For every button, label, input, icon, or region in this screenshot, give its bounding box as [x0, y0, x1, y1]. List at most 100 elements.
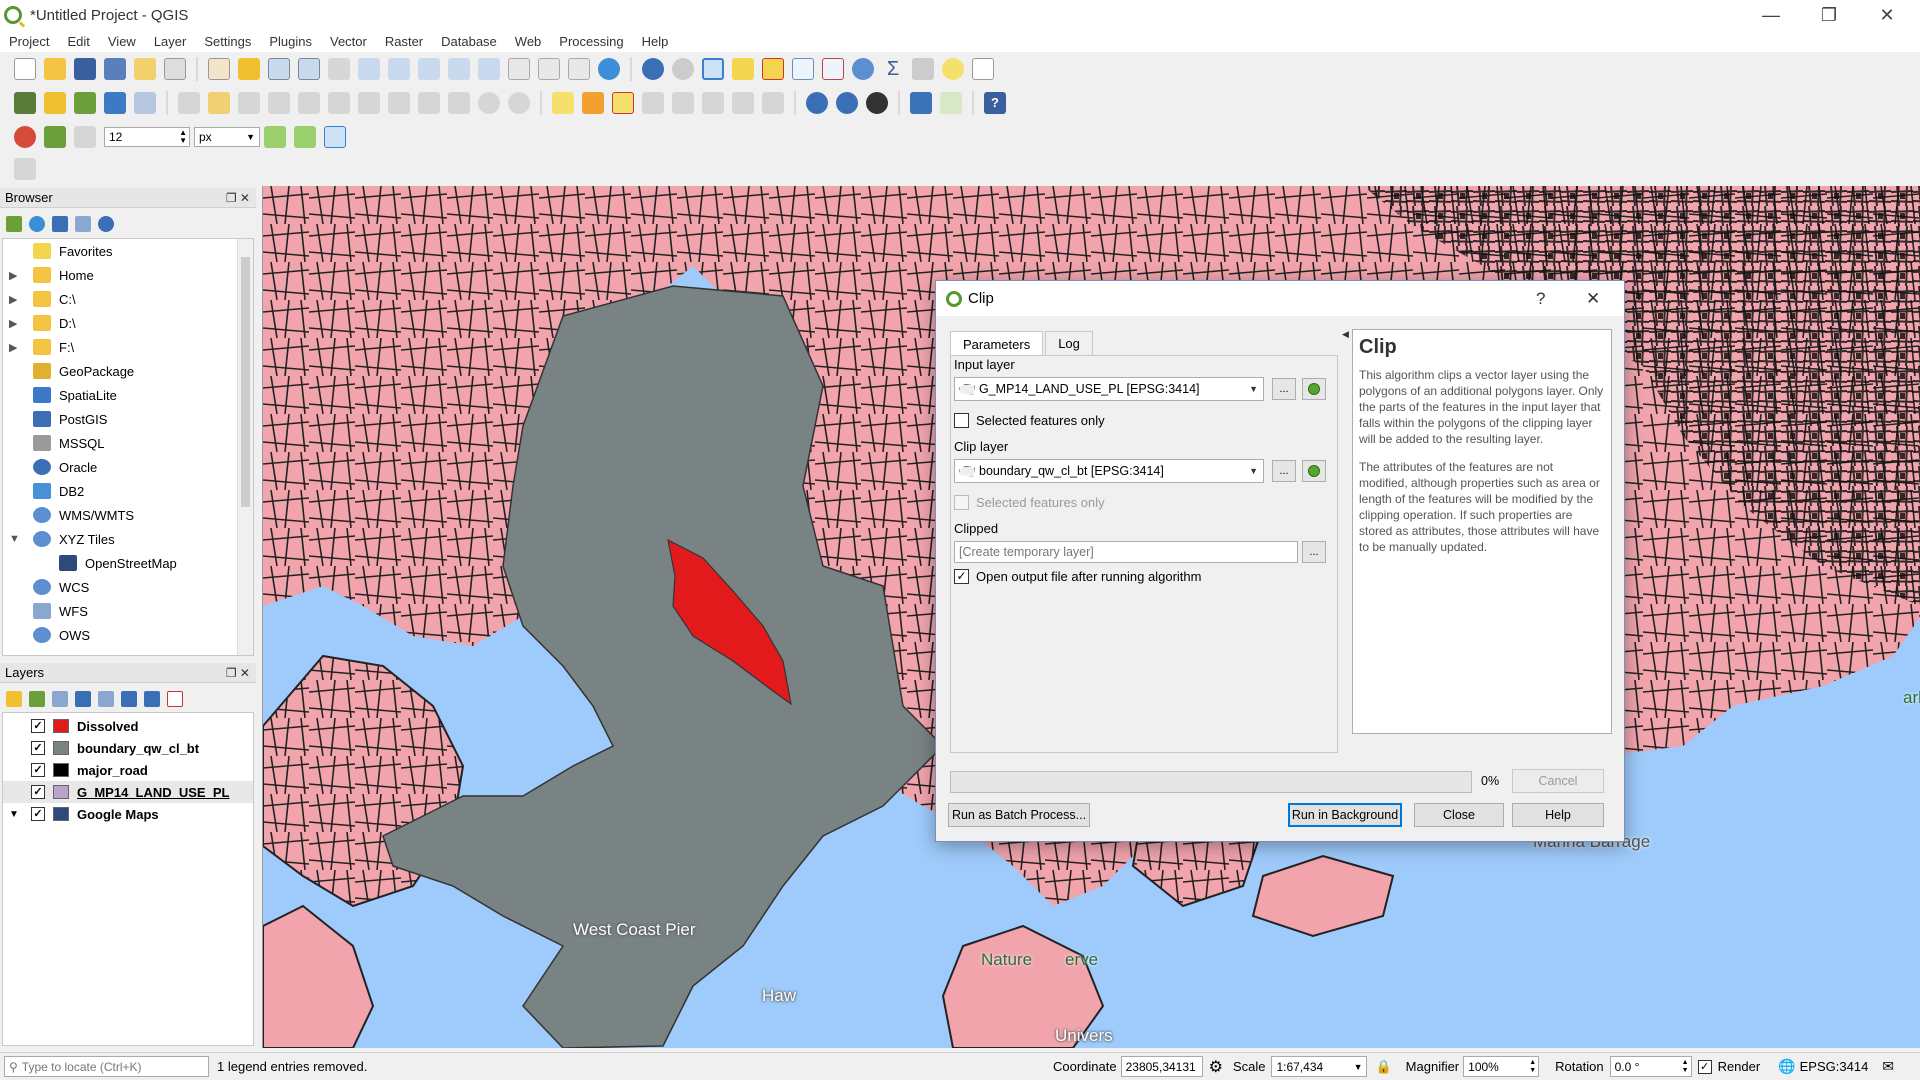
identify-icon[interactable]	[642, 58, 664, 80]
cut-features-icon[interactable]	[388, 92, 410, 114]
menu-raster[interactable]: Raster	[376, 34, 432, 49]
open-styling-icon[interactable]	[6, 691, 22, 707]
layer-visibility-checkbox[interactable]: ✓	[31, 807, 45, 821]
panel-float-close-icon[interactable]: ❐ ✕	[226, 666, 250, 680]
rotate-label-icon[interactable]	[732, 92, 754, 114]
scale-select[interactable]: 1:67,434 ▼	[1271, 1056, 1368, 1077]
pin-labels-icon[interactable]	[642, 92, 664, 114]
collapse-all-icon[interactable]	[75, 216, 91, 232]
snapping-layers-icon[interactable]	[44, 126, 66, 148]
snapping-magnet-icon[interactable]	[14, 126, 36, 148]
checkbox-box[interactable]	[954, 413, 969, 428]
measure-icon[interactable]	[912, 58, 934, 80]
select-by-value-icon[interactable]	[732, 58, 754, 80]
menu-edit[interactable]: Edit	[58, 34, 98, 49]
filter-expression-icon[interactable]	[98, 691, 114, 707]
minimize-button[interactable]: —	[1748, 0, 1794, 30]
zoom-in-icon[interactable]	[268, 58, 290, 80]
layout-manager-icon[interactable]	[164, 58, 186, 80]
browser-item[interactable]: PostGIS	[3, 407, 253, 431]
collapse-all-icon[interactable]	[144, 691, 160, 707]
copy-features-icon[interactable]	[418, 92, 440, 114]
chevron-right-icon[interactable]: ▶	[9, 269, 23, 282]
open-output-checkbox[interactable]: ✓ Open output file after running algorit…	[954, 569, 1201, 584]
input-layer-iterate-button[interactable]	[1302, 378, 1326, 400]
menu-vector[interactable]: Vector	[321, 34, 376, 49]
new-temporary-layer-icon[interactable]	[134, 92, 156, 114]
help-button[interactable]: Help	[1512, 803, 1604, 827]
run-batch-button[interactable]: Run as Batch Process...	[948, 803, 1090, 827]
locator-search-input[interactable]: ⚲ Type to locate (Ctrl+K)	[4, 1056, 209, 1077]
python-console-icon[interactable]	[910, 92, 932, 114]
zoom-next-icon[interactable]	[478, 58, 500, 80]
current-edits-icon[interactable]	[178, 92, 200, 114]
crs-globe-icon[interactable]: 🌐	[1778, 1058, 1795, 1075]
new-spatialite-icon[interactable]	[104, 92, 126, 114]
panel-float-close-icon[interactable]: ❐ ✕	[226, 191, 250, 205]
browser-item[interactable]: Favorites	[3, 239, 253, 263]
open-project-icon[interactable]	[44, 58, 66, 80]
info-icon[interactable]	[98, 216, 114, 232]
menu-processing[interactable]: Processing	[550, 34, 632, 49]
digitize-tool-icon[interactable]	[14, 158, 36, 180]
browser-item[interactable]: ▼ XYZ Tiles	[3, 527, 253, 551]
add-layer-icon[interactable]	[6, 216, 22, 232]
tab-parameters[interactable]: Parameters	[950, 331, 1044, 356]
coordinate-field[interactable]: 23805,34131	[1120, 1056, 1203, 1077]
crs-label[interactable]: EPSG:3414	[1800, 1059, 1869, 1074]
input-layer-browse-button[interactable]: ...	[1272, 378, 1296, 400]
zoom-native-icon[interactable]	[328, 58, 350, 80]
show-hide-labels-icon[interactable]	[672, 92, 694, 114]
snapping-tolerance-spinbox[interactable]: 12 ▲ ▼	[104, 127, 190, 147]
clipped-browse-button[interactable]: ...	[1302, 541, 1326, 563]
layer-visibility-checkbox[interactable]: ✓	[31, 785, 45, 799]
new-geopackage-icon[interactable]	[44, 92, 66, 114]
toggle-editing-icon[interactable]	[208, 92, 230, 114]
map-tips-icon[interactable]	[942, 58, 964, 80]
tab-log[interactable]: Log	[1045, 331, 1093, 355]
browser-item[interactable]: ▶ F:\	[3, 335, 253, 359]
cancel-button[interactable]: Cancel	[1512, 769, 1604, 793]
pan-to-selection-icon[interactable]	[238, 58, 260, 80]
browser-item[interactable]: OpenStreetMap	[3, 551, 253, 575]
close-button[interactable]: Close	[1414, 803, 1504, 827]
undo-icon[interactable]	[478, 92, 500, 114]
remove-layer-icon[interactable]	[167, 691, 183, 707]
browser-item[interactable]: DB2	[3, 479, 253, 503]
menu-database[interactable]: Database	[432, 34, 506, 49]
zoom-full-icon[interactable]	[358, 58, 380, 80]
layer-visibility-checkbox[interactable]: ✓	[31, 719, 45, 733]
text-annotation-icon[interactable]	[972, 58, 994, 80]
pan-hand-icon[interactable]	[208, 58, 230, 80]
menu-view[interactable]: View	[99, 34, 145, 49]
clip-layer-browse-button[interactable]: ...	[1272, 460, 1296, 482]
redo-icon[interactable]	[508, 92, 530, 114]
help-question-icon[interactable]: ?	[1536, 281, 1545, 316]
browser-item[interactable]: ▶ D:\	[3, 311, 253, 335]
browser-item[interactable]: WFS	[3, 599, 253, 623]
add-group-icon[interactable]	[29, 691, 45, 707]
snapping-type-icon[interactable]	[74, 126, 96, 148]
field-calculator-icon[interactable]	[822, 58, 844, 80]
manage-themes-icon[interactable]	[52, 691, 68, 707]
select-features-icon[interactable]	[702, 58, 724, 80]
save-as-icon[interactable]	[104, 58, 126, 80]
refresh-icon[interactable]	[598, 58, 620, 80]
geocoder-icon[interactable]	[866, 92, 888, 114]
coordinate-toggle-icon[interactable]: ⚙	[1209, 1057, 1223, 1077]
input-layer-select[interactable]: G_MP14_LAND_USE_PL [EPSG:3414] ▼	[954, 377, 1264, 401]
menu-web[interactable]: Web	[506, 34, 551, 49]
change-label-icon[interactable]	[762, 92, 784, 114]
browser-item[interactable]: ▶ C:\	[3, 287, 253, 311]
clip-layer-iterate-button[interactable]	[1302, 460, 1326, 482]
layer-item[interactable]: ✓ Dissolved	[3, 715, 253, 737]
lock-scale-icon[interactable]: 🔒	[1375, 1059, 1391, 1075]
close-window-button[interactable]: ✕	[1864, 0, 1910, 30]
metasearch-icon[interactable]	[806, 92, 828, 114]
diagram-icon[interactable]	[582, 92, 604, 114]
maximize-button[interactable]: ❐	[1806, 0, 1852, 30]
browser-item[interactable]: Oracle	[3, 455, 253, 479]
deselect-icon[interactable]	[762, 58, 784, 80]
browser-item[interactable]: ▶ Home	[3, 263, 253, 287]
vertex-tool-icon[interactable]	[298, 92, 320, 114]
